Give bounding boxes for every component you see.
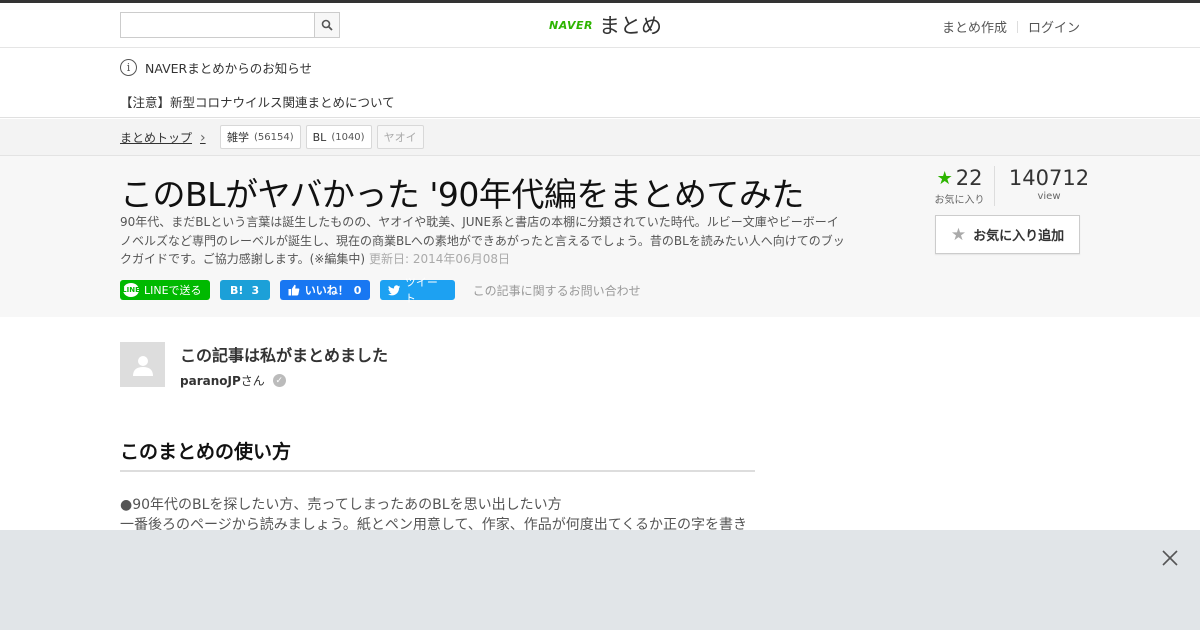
share-bar: LINE LINEで送る B! 3 いいね！ 0 ツイート この記事に関するお問… [120,276,641,305]
views-count: 140712 [1008,166,1090,190]
avatar-icon [132,355,153,376]
login-link[interactable]: ログイン [1028,17,1080,36]
facebook-like-count: 0 [353,283,362,297]
twitter-icon [387,284,400,295]
star-icon: ★ [936,167,953,189]
search-icon [321,19,333,31]
hatena-icon: B! [230,283,244,297]
breadcrumb-top[interactable]: まとめトップ › [120,129,206,146]
create-matome-link[interactable]: まとめ作成 [942,17,1007,36]
star-icon: ★ [950,224,967,245]
views-label: view [1037,191,1061,202]
tag-bl[interactable]: BL (1040) [305,125,372,149]
author-name-wrap[interactable]: paranoJPさん [180,372,265,389]
updated-date: 更新日: 2014年06月08日 [369,252,510,266]
hatena-bookmark-button[interactable]: B! 3 [219,280,270,300]
favorites-label: お気に入り [934,195,985,206]
tag-count: (1040) [331,131,365,143]
body-line: ●90年代のBLを探したい方、売ってしまったあのBLを思い出したい方 [120,497,562,513]
tweet-label: ツイート [404,276,438,305]
author-heading: この記事は私がまとめました [180,346,389,365]
logo-text: まとめ [598,14,662,38]
info-icon: i [120,59,137,76]
notice-title: NAVERまとめからのお知らせ [145,61,312,76]
author-suffix: さん [240,374,265,388]
line-share-button[interactable]: LINE LINEで送る [120,280,210,300]
chevron-right-icon: › [200,129,206,146]
page-title: このBLがヤバかった '90年代編をまとめてみた [120,175,804,214]
site-logo[interactable]: NAVER まとめ [549,10,662,40]
favorites-count-row: ★ 22 [925,166,994,190]
tweet-button[interactable]: ツイート [379,276,455,305]
logo-brand: NAVER [549,18,593,32]
author-name-row: paranoJPさん ✓ [180,372,286,389]
inquiry-link[interactable]: この記事に関するお問い合わせ [473,282,641,299]
tag-label: 雑学 [227,131,249,144]
divider [1016,20,1018,33]
close-icon[interactable] [1160,548,1180,568]
line-icon: LINE [122,283,140,297]
search-input[interactable] [120,12,315,38]
section-body: ●90年代のBLを探したい方、売ってしまったあのBLを思い出したい方 一番後ろの… [120,495,760,535]
breadcrumb-top-label: まとめトップ [120,131,193,145]
avatar[interactable] [120,342,165,387]
thumbs-up-icon [288,284,300,296]
tag-label: BL [312,130,327,144]
tag-list: 雑学 (56154) BL (1040) ヤオイ [220,125,424,149]
section-heading: このまとめの使い方 [120,437,755,472]
notice-bar: i NAVERまとめからのお知らせ 【注意】新型コロナウイルス関連まとめについて [0,48,1200,118]
views-stat: 140712 view [995,166,1095,206]
author-name: paranoJP [180,374,241,388]
facebook-like-label: いいね！ [304,284,349,297]
breadcrumb: まとめトップ › 雑学 (56154) BL (1040) ヤオイ [0,119,1200,156]
add-favorite-button[interactable]: ★ お気に入り追加 [935,215,1080,254]
search-button[interactable] [314,12,340,38]
facebook-like-button[interactable]: いいね！ 0 [279,280,370,300]
article-stats: ★ 22 お気に入り 140712 view [925,166,1095,206]
tag-count: (56154) [254,131,294,143]
notice-title-row: i NAVERまとめからのお知らせ [120,58,312,77]
favorites-stat: ★ 22 お気に入り [925,166,995,206]
article-header: このBLがヤバかった '90年代編をまとめてみた 90年代、まだBLという言葉は… [0,156,1200,317]
hatena-count: 3 [251,283,260,297]
article-description: 90年代、まだBLという言葉は誕生したものの、ヤオイや耽美、JUNE系と書店の本… [120,213,845,269]
tag-label: ヤオイ [383,131,417,144]
favorites-count: 22 [955,166,983,190]
tag-zatsugaku[interactable]: 雑学 (56154) [220,125,301,149]
add-favorite-label: お気に入り追加 [973,229,1065,244]
site-header: NAVER まとめ まとめ作成 ログイン [0,3,1200,48]
tag-yaoi[interactable]: ヤオイ [376,125,424,149]
ad-overlay [0,530,1200,630]
verified-icon: ✓ [272,374,286,387]
header-links: まとめ作成 ログイン [942,17,1080,36]
line-share-label: LINEで送る [144,284,202,297]
notice-link[interactable]: 【注意】新型コロナウイルス関連まとめについて [120,92,395,111]
